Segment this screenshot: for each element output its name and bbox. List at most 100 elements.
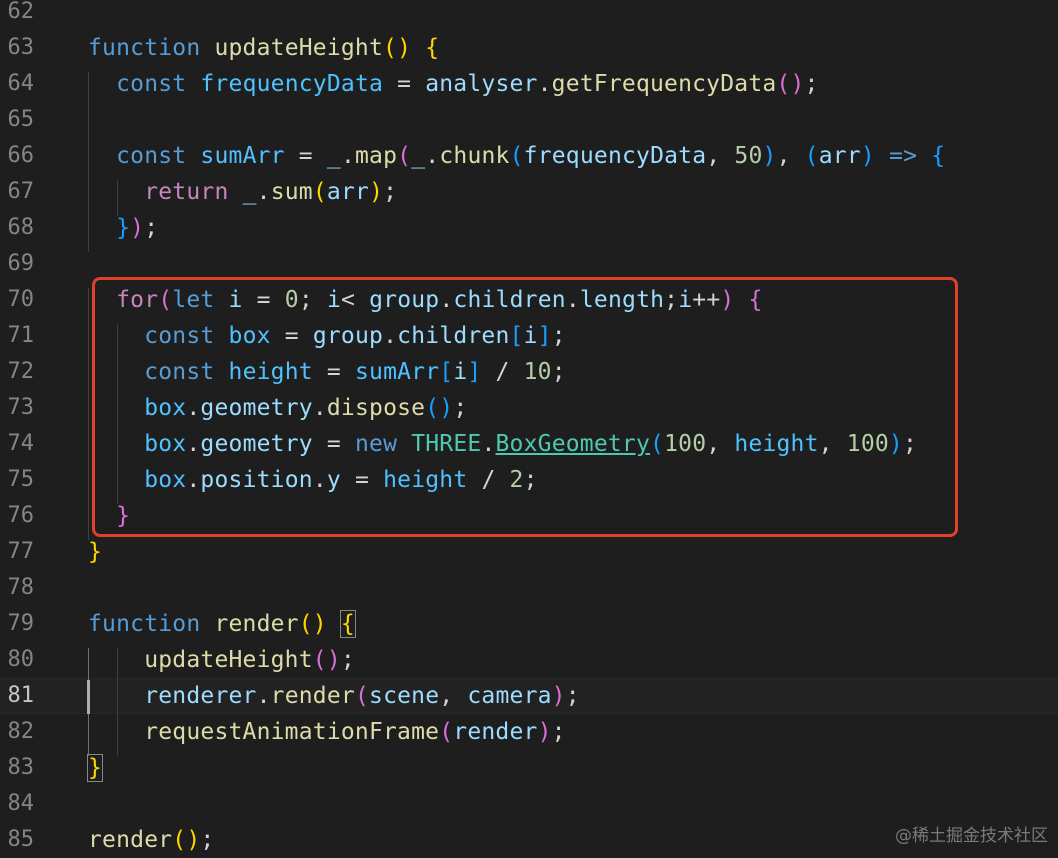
code-token: renderer [144,683,257,709]
code-token: ( [354,683,370,709]
line-code: const sumArr = _.map(_.chunk(frequencyDa… [88,138,945,174]
code-token: () [298,611,327,637]
code-token: sum [270,179,313,205]
code-token: { [425,35,440,61]
indent-guide [117,180,118,216]
code-line[interactable]: 80 updateHeight(); [0,642,1058,678]
code-token: return [144,179,229,205]
code-token: getFrequencyData [551,71,777,97]
line-code: function updateHeight() { [88,30,439,66]
code-token: , [706,143,735,169]
code-token: ; [200,827,215,853]
code-line[interactable]: 62 [0,0,1058,30]
code-token: . [537,71,552,97]
code-token: () [172,827,201,853]
code-token: . [340,143,355,169]
code-token: ; [144,215,159,241]
code-token: _ [411,143,426,169]
indent-guide [88,72,89,252]
line-number: 65 [7,107,35,132]
code-line[interactable]: 66 const sumArr = _.map(_.chunk(frequenc… [0,138,1058,174]
code-token: _ [326,143,341,169]
code-token: requestAnimationFrame [144,719,440,745]
code-token: () [383,35,412,61]
line-code: }); [88,210,158,246]
code-token: map [355,143,398,169]
code-token: ) [860,143,875,169]
code-token: function [88,35,201,61]
code-token: ; [340,647,355,673]
code-token: arr [326,179,370,205]
code-line[interactable]: 64 const frequencyData = analyser.getFre… [0,66,1058,102]
code-line[interactable]: 81 renderer.render(scene, camera); [0,678,1058,714]
code-token: render [214,611,299,637]
code-token: ( [312,179,327,205]
code-token: ; [565,683,580,709]
code-token: () [312,647,341,673]
line-number: 69 [7,251,35,276]
code-line[interactable]: 77} [0,534,1058,570]
code-token: arr [818,143,861,169]
code-token: updateHeight [214,35,384,61]
line-number: 85 [7,827,35,852]
code-line[interactable]: 83} [0,750,1058,786]
code-token: render [270,683,355,709]
code-token: } [86,754,104,782]
code-token: chunk [439,143,510,169]
line-code: function render() { [88,606,356,642]
line-number: 83 [7,755,35,780]
code-token: ) [762,143,777,169]
code-token: camera [467,683,552,709]
code-token: function [88,611,201,637]
code-line[interactable]: 63 function updateHeight() { [0,30,1058,66]
code-line[interactable]: 65 [0,102,1058,138]
code-token: { [931,143,946,169]
code-editor[interactable]: 62 63 function updateHeight() {64 const fr… [0,0,1058,854]
code-token: frequencyData [200,71,384,97]
code-line[interactable]: 67 return _.sum(arr); [0,174,1058,210]
code-line[interactable]: 79 function render() { [0,606,1058,642]
code-token: ; [804,71,819,97]
code-token: ; [551,719,566,745]
line-number: 84 [7,791,35,816]
code-token: const [116,143,187,169]
line-code: render(); [88,822,214,858]
code-token: } [88,539,103,565]
line-number: 66 [7,143,35,168]
code-token: , [776,143,805,169]
watermark: @稀土掘金技术社区 [895,826,1048,846]
code-line[interactable]: 78 [0,570,1058,606]
line-code: } [88,534,102,570]
line-number: 70 [7,287,35,312]
code-token: updateHeight [144,647,313,673]
line-number: 72 [7,359,35,384]
code-token: scene [369,683,440,709]
code-token: { [339,610,356,638]
line-number: 79 [7,611,35,636]
line-code: renderer.render(scene, camera); [88,678,580,714]
code-token: 50 [734,143,763,169]
code-token: ( [397,143,412,169]
code-token: = [284,143,327,169]
code-token: => [889,143,918,169]
code-line[interactable]: 82 requestAnimationFrame(render); [0,714,1058,750]
line-code: return _.sum(arr); [88,174,397,210]
line-code: const frequencyData = analyser.getFreque… [88,66,819,102]
code-token: . [256,179,271,205]
line-number: 68 [7,215,35,240]
code-line[interactable]: 84 [0,786,1058,822]
code-token: ) [369,179,384,205]
code-token: . [256,683,271,709]
code-line[interactable]: 68 }); [0,210,1058,246]
code-token: ( [439,719,454,745]
code-token: ) [130,215,145,241]
line-number: 73 [7,395,35,420]
code-token: ) [551,683,566,709]
